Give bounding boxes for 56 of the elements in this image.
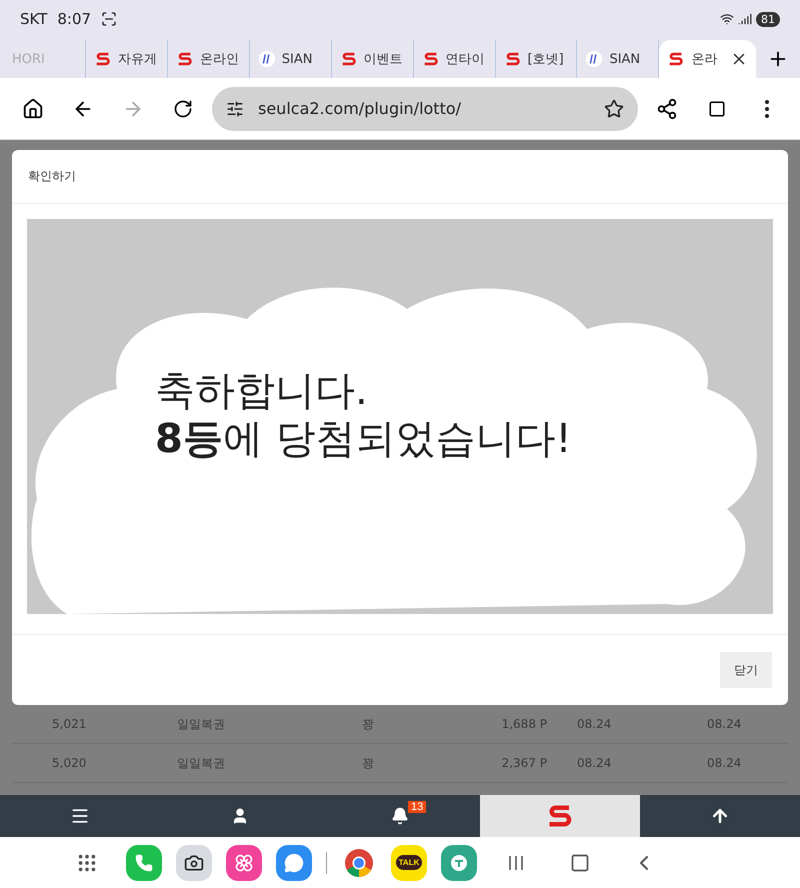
dialog-title: 확인하기 bbox=[28, 168, 76, 185]
bank-app-button[interactable] bbox=[441, 844, 477, 880]
close-button[interactable]: 닫기 bbox=[720, 652, 772, 688]
wifi-icon bbox=[720, 12, 734, 26]
carrier-label: SKT bbox=[20, 10, 48, 28]
chat-icon bbox=[284, 852, 304, 872]
table-cell-text: 5,021 bbox=[52, 717, 88, 731]
screenshot-icon bbox=[101, 11, 118, 27]
table-cell-text: 2,367 P bbox=[500, 756, 548, 770]
site-settings-icon bbox=[226, 100, 244, 118]
table-cell-text: 꽝 bbox=[362, 716, 375, 732]
signal-icon bbox=[738, 12, 752, 26]
table-cell-text: 일일복권 bbox=[177, 754, 226, 772]
table-cell-text: 08.24 bbox=[577, 717, 612, 731]
home-icon bbox=[570, 852, 590, 872]
browser-tab[interactable]: 온라 bbox=[659, 40, 756, 78]
table-cell-text: 일일복권 bbox=[177, 716, 226, 732]
battery-level: 81 bbox=[756, 12, 780, 26]
tabs-icon bbox=[708, 100, 726, 118]
table-cell-text: 꽝 bbox=[362, 754, 375, 772]
sian-logo-icon bbox=[585, 50, 604, 68]
star-icon bbox=[604, 98, 624, 118]
home-icon bbox=[22, 98, 44, 120]
share-icon bbox=[656, 98, 678, 120]
s-logo-icon bbox=[667, 50, 686, 68]
s-logo-icon bbox=[94, 50, 112, 68]
clock-time: 8:07 bbox=[57, 10, 92, 28]
s-logo-icon bbox=[504, 50, 522, 68]
s-logo-icon bbox=[340, 50, 358, 68]
sian-logo-icon bbox=[258, 50, 276, 68]
phone-icon bbox=[135, 854, 153, 872]
bell-icon bbox=[391, 807, 409, 825]
win-message: 축하합니다. 8등에 당첨되었습니다! bbox=[155, 367, 572, 463]
user-icon bbox=[231, 807, 249, 825]
address-field[interactable]: seulca2.com/plugin/lotto/ bbox=[212, 86, 638, 130]
table-cell-text: 1,688 P bbox=[500, 717, 548, 731]
flower-icon bbox=[234, 852, 254, 872]
bell-nav-button[interactable]: 13 bbox=[320, 795, 480, 837]
camera-icon bbox=[184, 852, 204, 872]
table-cell-text: 5,020 bbox=[52, 756, 88, 770]
reload-icon bbox=[173, 98, 193, 118]
s-logo-icon bbox=[422, 50, 440, 68]
coin-icon bbox=[449, 852, 469, 872]
table-cell-text: 08.24 bbox=[707, 717, 742, 731]
talk-app-button[interactable]: TALK bbox=[391, 844, 427, 880]
logo-nav-button[interactable] bbox=[480, 795, 640, 837]
browser-logo-icon bbox=[344, 848, 374, 878]
messages-app-button[interactable] bbox=[276, 844, 312, 880]
table-cell-text: 08.24 bbox=[707, 756, 742, 770]
notification-count: 13 bbox=[408, 801, 426, 813]
camera-app-button[interactable] bbox=[176, 844, 212, 880]
s-logo-icon bbox=[176, 50, 194, 68]
more-icon bbox=[765, 100, 769, 118]
recents-icon bbox=[507, 854, 525, 872]
table-cell-text: 08.24 bbox=[577, 756, 612, 770]
gallery-app-button[interactable] bbox=[226, 844, 262, 880]
